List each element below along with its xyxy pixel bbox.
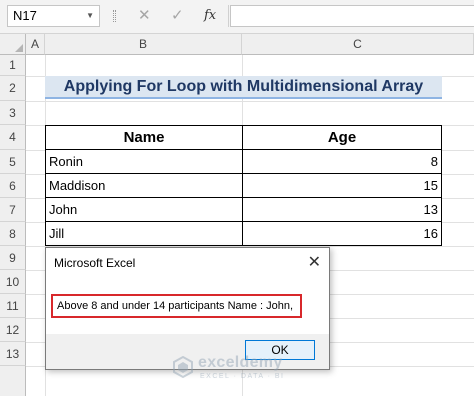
table-cell-age[interactable]: 15 xyxy=(242,173,442,198)
row-header-12[interactable]: 12 xyxy=(0,318,26,342)
cancel-icon[interactable]: ✕ xyxy=(138,6,151,26)
column-header-a[interactable]: A xyxy=(26,34,45,55)
row-header-6[interactable]: 6 xyxy=(0,174,26,198)
formula-bar-grip-icon[interactable] xyxy=(113,10,116,22)
table-cell-age[interactable]: 13 xyxy=(242,197,442,222)
row-header-1[interactable]: 1 xyxy=(0,55,26,76)
select-all-corner[interactable] xyxy=(0,34,26,55)
formula-input[interactable] xyxy=(230,5,474,27)
message-box-dialog: Microsoft Excel ✕ Above 8 and under 14 p… xyxy=(45,247,330,370)
row-header-8[interactable]: 8 xyxy=(0,222,26,246)
table-cell-age[interactable]: 16 xyxy=(242,221,442,246)
row-header-14[interactable] xyxy=(0,366,26,396)
row-header-13[interactable]: 13 xyxy=(0,342,26,366)
insert-function-icon[interactable]: fx xyxy=(204,6,216,26)
row-header-7[interactable]: 7 xyxy=(0,198,26,222)
dialog-title: Microsoft Excel xyxy=(54,256,136,270)
table-cell-name[interactable]: Maddison xyxy=(45,173,243,198)
check-icon[interactable]: ✓ xyxy=(171,6,184,26)
row-header-10[interactable]: 10 xyxy=(0,270,26,294)
chevron-down-icon[interactable]: ▼ xyxy=(86,6,94,26)
table-cell-age[interactable]: 8 xyxy=(242,149,442,174)
name-box[interactable]: N17 ▼ xyxy=(7,5,100,27)
table-cell-name[interactable]: Ronin xyxy=(45,149,243,174)
row-header-9[interactable]: 9 xyxy=(0,246,26,270)
column-header-c[interactable]: C xyxy=(242,34,474,55)
ok-button[interactable]: OK xyxy=(245,340,315,360)
formula-bar-divider xyxy=(228,5,229,27)
formula-bar: N17 ▼ ✕ ✓ fx xyxy=(0,0,474,34)
table-cell-name[interactable]: Jill xyxy=(45,221,243,246)
dialog-message: Above 8 and under 14 participants Name :… xyxy=(51,294,302,318)
row-header-2[interactable]: 2 xyxy=(0,76,26,101)
name-box-value: N17 xyxy=(13,8,37,23)
row-header-4[interactable]: 4 xyxy=(0,125,26,150)
column-header-b[interactable]: B xyxy=(45,34,242,55)
table-header-age[interactable]: Age xyxy=(242,125,442,150)
close-icon[interactable]: ✕ xyxy=(308,252,321,272)
dialog-body: Above 8 and under 14 participants Name :… xyxy=(46,286,329,334)
dialog-footer: OK xyxy=(46,334,329,369)
table-header-name[interactable]: Name xyxy=(45,125,243,150)
sheet-title[interactable]: Applying For Loop with Multidimensional … xyxy=(45,76,442,99)
row-header-3[interactable]: 3 xyxy=(0,101,26,125)
table-cell-name[interactable]: John xyxy=(45,197,243,222)
row-header-11[interactable]: 11 xyxy=(0,294,26,318)
select-all-triangle-icon xyxy=(15,44,23,52)
gridline xyxy=(26,101,474,102)
row-header-5[interactable]: 5 xyxy=(0,150,26,174)
